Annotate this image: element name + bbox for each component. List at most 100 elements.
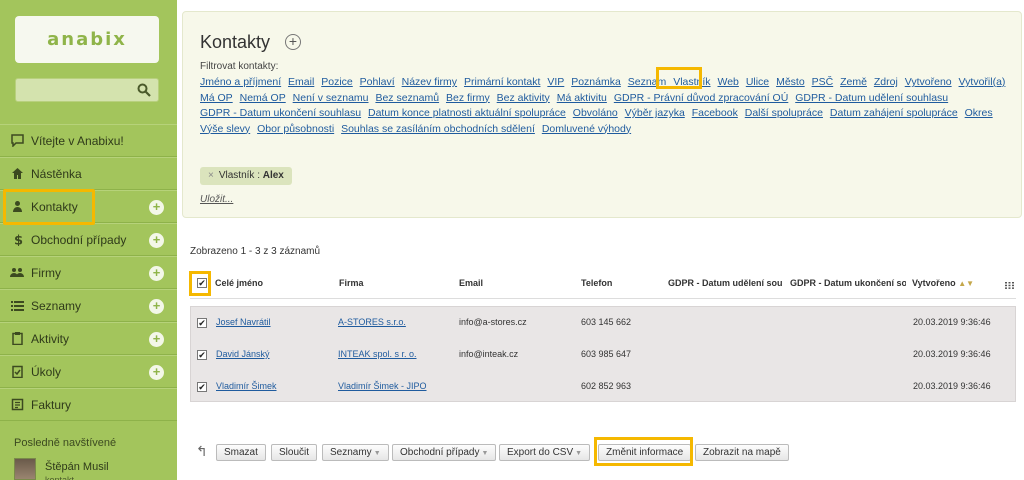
- add-firma-button[interactable]: +: [149, 266, 164, 281]
- filter-link[interactable]: Poznámka: [571, 76, 621, 88]
- filter-link[interactable]: Obor působnosti: [257, 123, 334, 135]
- filter-link[interactable]: Datum konce platnosti aktuální spoluprác…: [368, 107, 566, 119]
- filter-link[interactable]: GDPR - Právní důvod zpracování OÚ: [614, 92, 789, 104]
- sidebar-item-obchodni-pripady[interactable]: $ Obchodní případy +: [0, 223, 177, 256]
- merge-button[interactable]: Sloučit: [271, 444, 318, 461]
- filter-link[interactable]: Pohlaví: [360, 76, 395, 88]
- recent-item[interactable]: Štěpán Musil kontakt: [14, 458, 109, 480]
- filter-link[interactable]: Bez firmy: [446, 92, 490, 104]
- table-row[interactable]: ✔ Vladimír Šimek Vladimír Šimek - JIPO 6…: [191, 371, 1017, 403]
- filter-link[interactable]: Okres: [965, 107, 993, 119]
- sidebar-item-ukoly[interactable]: Úkoly +: [0, 355, 177, 388]
- deals-dropdown-button[interactable]: Obchodní případy ▼: [392, 444, 497, 461]
- filter-link[interactable]: Datum zahájení spolupráce: [830, 107, 958, 119]
- col-header-company[interactable]: Firma: [339, 278, 449, 288]
- sidebar-item-nastenka[interactable]: Nástěnka: [0, 157, 177, 190]
- created-cell: 20.03.2019 9:36:46: [913, 317, 991, 327]
- filter-link[interactable]: GDPR - Datum ukončení souhlasu: [200, 107, 361, 119]
- avatar: [14, 458, 36, 480]
- col-header-gdpr-consent[interactable]: GDPR - Datum udělení souhlasu: [668, 278, 782, 288]
- filter-link[interactable]: Jméno a příjmení: [200, 76, 281, 88]
- highlight-kontakty: [3, 189, 95, 225]
- contact-name-link[interactable]: Vladimír Šimek: [216, 381, 277, 391]
- filter-link[interactable]: Email: [288, 76, 314, 88]
- active-filter-tag[interactable]: × Vlastník : Alex: [200, 167, 292, 185]
- filter-link[interactable]: Má OP: [200, 92, 233, 104]
- save-filter-link[interactable]: Uložit...: [200, 194, 233, 205]
- columns-grid-icon[interactable]: [1005, 282, 1014, 289]
- filter-link[interactable]: Web: [717, 76, 738, 88]
- filter-link[interactable]: Bez seznamů: [375, 92, 439, 104]
- filter-link[interactable]: Vytvořil(a): [959, 76, 1006, 88]
- filter-link[interactable]: VIP: [547, 76, 564, 88]
- filter-link[interactable]: Zdroj: [874, 76, 898, 88]
- checklist-icon: [10, 365, 24, 379]
- recent-sub: kontakt: [45, 475, 75, 480]
- sidebar-item-aktivity[interactable]: Aktivity +: [0, 322, 177, 355]
- search-icon[interactable]: [137, 83, 151, 97]
- filter-link[interactable]: Výše slevy: [200, 123, 250, 135]
- deals-button-label: Obchodní případy: [400, 447, 480, 458]
- col-header-name[interactable]: Celé jméno: [215, 278, 325, 288]
- add-ukol-button[interactable]: +: [149, 365, 164, 380]
- contact-name-link[interactable]: Josef Navrátil: [216, 317, 271, 327]
- col-header-phone[interactable]: Telefon: [581, 278, 661, 288]
- lists-button-label: Seznamy: [330, 447, 372, 458]
- add-seznam-button[interactable]: +: [149, 299, 164, 314]
- filter-link[interactable]: Obvoláno: [573, 107, 618, 119]
- filter-link[interactable]: PSČ: [812, 76, 834, 88]
- home-icon: [10, 167, 24, 181]
- filter-link[interactable]: Domluvené výhody: [542, 123, 631, 135]
- row-checkbox[interactable]: ✔: [197, 318, 207, 328]
- delete-button[interactable]: Smazat: [216, 444, 266, 461]
- table-row[interactable]: ✔ Josef Navrátil A-STORES s.r.o. info@a-…: [191, 307, 1017, 339]
- company-link[interactable]: Vladimír Šimek - JIPO: [338, 381, 427, 391]
- filter-link[interactable]: Vytvořeno: [905, 76, 952, 88]
- add-obchodni-pripad-button[interactable]: +: [149, 233, 164, 248]
- show-on-map-button[interactable]: Zobrazit na mapě: [695, 444, 789, 461]
- export-csv-dropdown-button[interactable]: Export do CSV ▼: [499, 444, 591, 461]
- table-row[interactable]: ✔ David Jánský INTEAK spol. s r. o. info…: [191, 339, 1017, 371]
- filter-link[interactable]: Facebook: [692, 107, 738, 119]
- filter-link[interactable]: Pozice: [321, 76, 353, 88]
- logo-box[interactable]: anabix: [15, 16, 159, 63]
- row-checkbox[interactable]: ✔: [197, 382, 207, 392]
- filter-link[interactable]: Není v seznamu: [293, 92, 369, 104]
- filter-link[interactable]: Další spolupráce: [745, 107, 823, 119]
- filter-link[interactable]: Nemá OP: [240, 92, 286, 104]
- filter-link[interactable]: Název firmy: [402, 76, 457, 88]
- col-header-email[interactable]: Email: [459, 278, 569, 288]
- col-header-gdpr-end[interactable]: GDPR - Datum ukončení souhlasu: [790, 278, 906, 288]
- company-link[interactable]: INTEAK spol. s r. o.: [338, 349, 417, 359]
- filter-link[interactable]: Bez aktivity: [497, 92, 550, 104]
- remove-filter-icon[interactable]: ×: [208, 170, 214, 181]
- row-checkbox[interactable]: ✔: [197, 350, 207, 360]
- sidebar-item-firmy[interactable]: Firmy +: [0, 256, 177, 289]
- filter-link[interactable]: Město: [776, 76, 805, 88]
- col-header-created[interactable]: Vytvořeno ▲▼: [912, 278, 992, 288]
- sidebar-item-label: Faktury: [31, 397, 72, 412]
- search-input[interactable]: [15, 78, 159, 102]
- sidebar-item-vitejte[interactable]: Vítejte v Anabixu!: [0, 124, 177, 157]
- sidebar-item-label: Firmy: [31, 265, 61, 280]
- add-aktivita-button[interactable]: +: [149, 332, 164, 347]
- email-cell: info@inteak.cz: [459, 349, 519, 359]
- add-kontakt-button[interactable]: +: [149, 200, 164, 215]
- filter-link[interactable]: Primární kontakt: [464, 76, 540, 88]
- filter-link[interactable]: Ulice: [746, 76, 769, 88]
- lists-dropdown-button[interactable]: Seznamy ▼: [322, 444, 389, 461]
- contact-name-link[interactable]: David Jánský: [216, 349, 270, 359]
- sidebar-item-seznamy[interactable]: Seznamy +: [0, 289, 177, 322]
- group-icon: [10, 266, 24, 280]
- filter-link[interactable]: Má aktivitu: [557, 92, 607, 104]
- filter-link[interactable]: Výběr jazyka: [625, 107, 685, 119]
- company-link[interactable]: A-STORES s.r.o.: [338, 317, 406, 327]
- sidebar-item-faktury[interactable]: Faktury: [0, 388, 177, 421]
- back-to-top-arrow-icon[interactable]: ↰: [196, 443, 208, 460]
- recent-name: Štěpán Musil: [45, 461, 109, 473]
- created-cell: 20.03.2019 9:36:46: [913, 381, 991, 391]
- filter-link[interactable]: Souhlas se zasíláním obchodních sdělení: [341, 123, 535, 135]
- add-contact-plus-icon[interactable]: +: [285, 34, 301, 50]
- filter-link[interactable]: GDPR - Datum udělení souhlasu: [795, 92, 948, 104]
- filter-link[interactable]: Země: [840, 76, 867, 88]
